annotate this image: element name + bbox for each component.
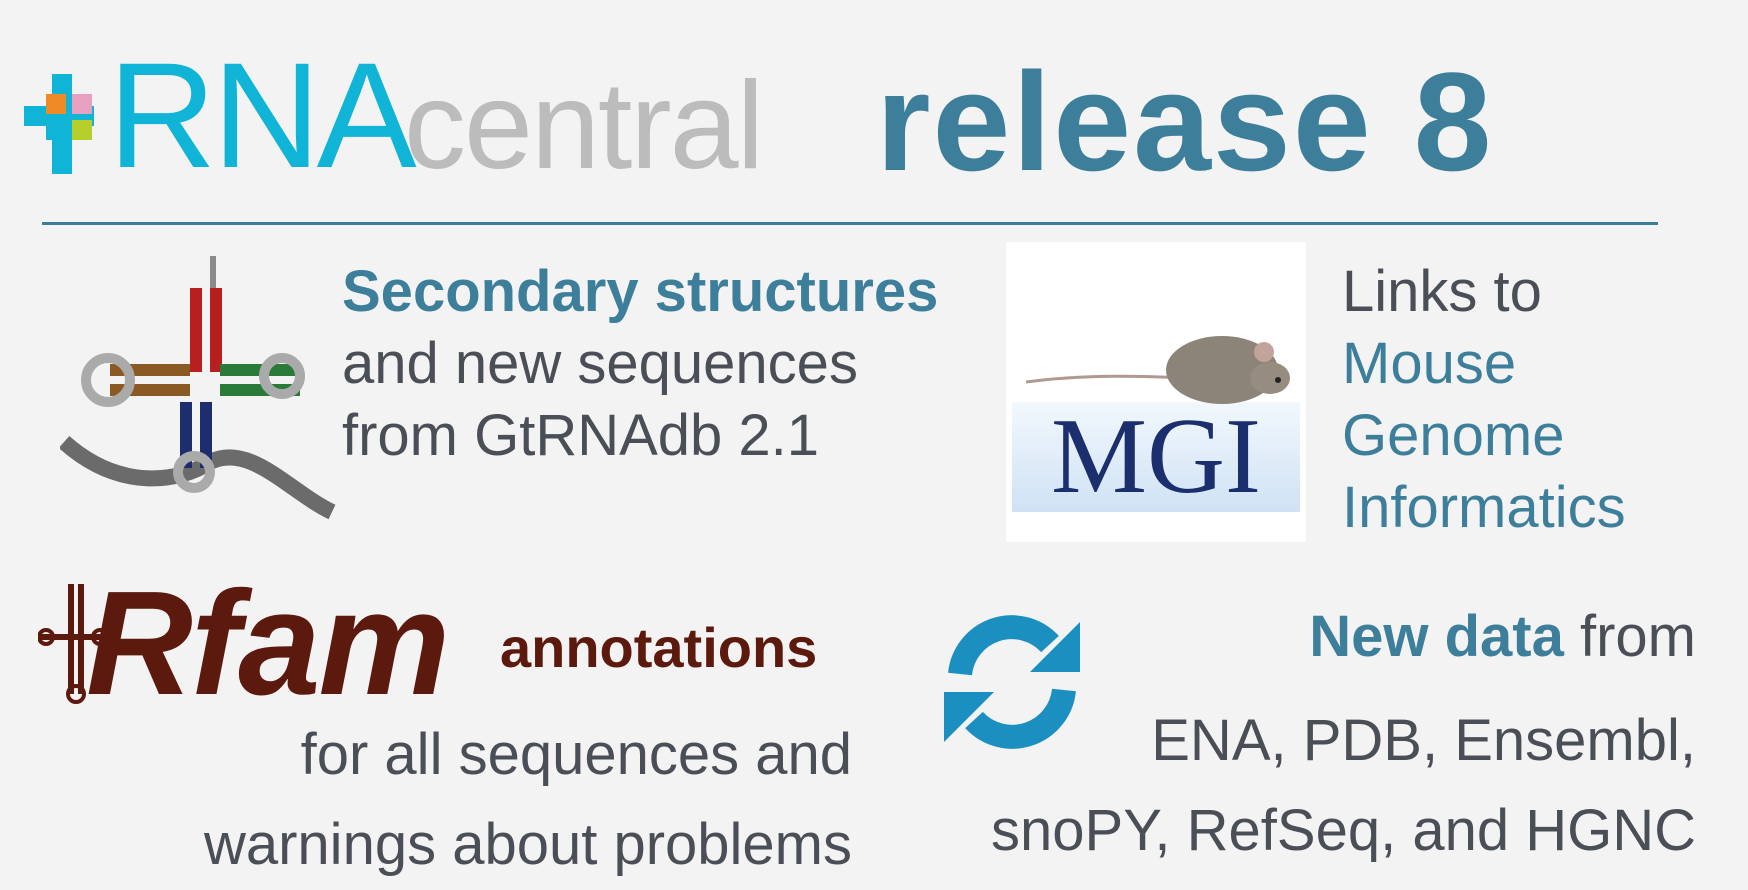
trna-structure-icon <box>60 256 336 520</box>
mgi-link-genome[interactable]: Genome <box>1342 400 1626 472</box>
header-divider <box>42 222 1658 225</box>
new-data-from: from <box>1563 604 1696 669</box>
mgi-link-informatics[interactable]: Informatics <box>1342 472 1626 544</box>
new-data-highlight: New data <box>1309 604 1564 669</box>
logo-rna-text: RNA <box>108 31 417 199</box>
secondary-line-2: and new sequences <box>342 331 858 396</box>
rfam-line-2: for all sequences and <box>300 722 852 787</box>
mgi-logo-text: MGI <box>1051 397 1261 516</box>
mgi-links-block: Links to Mouse Genome Informatics <box>1342 256 1626 544</box>
rnacentral-cross-icon <box>24 74 94 174</box>
mgi-link-mouse[interactable]: Mouse <box>1342 328 1626 400</box>
new-data-line-3: snoPY, RefSeq, and HGNC <box>991 798 1696 863</box>
rfam-line-3: warnings about problems <box>203 812 852 877</box>
new-data-line-1: New data from <box>1309 608 1696 666</box>
rfam-annotations-title: annotations <box>500 616 818 679</box>
new-data-line-2: ENA, PDB, Ensembl, <box>1151 708 1696 773</box>
mgi-line-1: Links to <box>1342 259 1542 324</box>
mgi-logo[interactable]: MGI <box>1006 242 1306 542</box>
release-title: release 8 <box>876 43 1494 200</box>
new-data-sources: ENA, PDB, Ensembl, snoPY, RefSeq, and HG… <box>991 696 1696 876</box>
secondary-line-3: from GtRNAdb 2.1 <box>342 403 820 468</box>
rfam-logo-text: Rfam <box>86 561 450 726</box>
rfam-description: for all sequences and warnings about pro… <box>204 710 852 890</box>
logo-central-text: central <box>404 57 764 195</box>
secondary-structures-title: Secondary structures <box>342 259 939 324</box>
secondary-structures-block: Secondary structures and new sequences f… <box>342 256 938 472</box>
